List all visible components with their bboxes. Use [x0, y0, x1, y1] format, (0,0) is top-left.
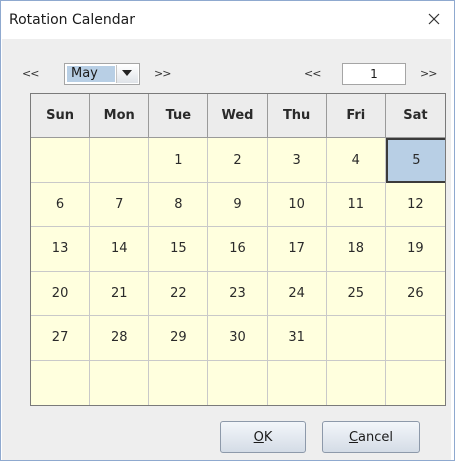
day-cell-21[interactable]: 21	[90, 271, 150, 317]
ok-mnemonic: O	[253, 429, 264, 445]
window-title: Rotation Calendar	[9, 12, 135, 28]
day-cell-20[interactable]: 20	[31, 271, 91, 317]
calendar-table: Sun Mon Tue Wed Thu Fri Sat 1 2 3 4 5 6 7 8 9 10 11 12 13 14…	[31, 94, 445, 405]
day-cell-13[interactable]: 13	[31, 227, 91, 272]
weekday-header-mon: Mon	[90, 94, 150, 139]
empty-day-cell	[90, 360, 150, 405]
close-icon[interactable]	[424, 9, 444, 29]
calendar-grid: Sun Mon Tue Wed Thu Fri Sat 1 2 3 4 5 6 7 8 9 10 11 12 13 14…	[30, 93, 446, 406]
day-cell-9[interactable]: 9	[208, 182, 268, 228]
day-cell-22[interactable]: 22	[149, 271, 209, 317]
year-input[interactable]: 1	[342, 63, 406, 85]
empty-day-cell	[31, 360, 91, 405]
day-cell-23[interactable]: 23	[208, 271, 268, 317]
empty-day-cell	[267, 360, 327, 405]
next-month-button[interactable]: >>	[154, 67, 171, 87]
empty-day-cell	[326, 360, 386, 405]
day-cell-18[interactable]: 18	[326, 227, 386, 272]
day-cell-4[interactable]: 4	[326, 138, 386, 183]
day-cell-10[interactable]: 10	[267, 182, 327, 228]
day-cell-29[interactable]: 29	[149, 316, 209, 361]
month-select[interactable]: May	[64, 63, 140, 85]
rotation-calendar-dialog: Rotation Calendar << May >> << 1 >> Sun M…	[0, 0, 455, 461]
empty-day-cell	[149, 360, 209, 405]
day-cell-15[interactable]: 15	[149, 227, 209, 272]
cancel-label: ancel	[358, 429, 394, 445]
day-cell-16[interactable]: 16	[208, 227, 268, 272]
day-cell-3[interactable]: 3	[267, 138, 327, 183]
weekday-header-sun: Sun	[31, 94, 91, 139]
day-cell-7[interactable]: 7	[90, 182, 150, 228]
day-cell-24[interactable]: 24	[267, 271, 327, 317]
day-cell-11[interactable]: 11	[326, 182, 386, 228]
empty-day-cell	[385, 360, 445, 405]
empty-day-cell	[31, 138, 91, 183]
day-cell-27[interactable]: 27	[31, 316, 91, 361]
weekday-header-wed: Wed	[208, 94, 268, 139]
chevron-down-icon[interactable]	[116, 65, 138, 83]
day-cell-30[interactable]: 30	[208, 316, 268, 361]
day-cell-6[interactable]: 6	[31, 182, 91, 228]
day-cell-28[interactable]: 28	[90, 316, 150, 361]
empty-day-cell	[90, 138, 150, 183]
dialog-content: << May >> << 1 >> Sun Mon Tue Wed Thu Fri Sat 1…	[2, 39, 451, 460]
day-cell-25[interactable]: 25	[326, 271, 386, 317]
day-cell-19[interactable]: 19	[385, 227, 445, 272]
weekday-header-fri: Fri	[326, 94, 386, 139]
ok-button[interactable]: OK	[220, 421, 306, 453]
empty-day-cell	[208, 360, 268, 405]
day-cell-8[interactable]: 8	[149, 182, 209, 228]
day-cell-17[interactable]: 17	[267, 227, 327, 272]
day-cell-2[interactable]: 2	[208, 138, 268, 183]
day-cell-26[interactable]: 26	[385, 271, 445, 317]
day-cell-31[interactable]: 31	[267, 316, 327, 361]
prev-year-button[interactable]: <<	[304, 67, 321, 87]
day-cell-1[interactable]: 1	[149, 138, 209, 183]
empty-day-cell	[385, 316, 445, 361]
weekday-header-tue: Tue	[149, 94, 209, 139]
cancel-button[interactable]: Cancel	[322, 421, 420, 453]
day-cell-5[interactable]: 5	[385, 138, 445, 183]
empty-day-cell	[326, 316, 386, 361]
weekday-header-sat: Sat	[385, 94, 445, 139]
next-year-button[interactable]: >>	[420, 67, 437, 87]
prev-month-button[interactable]: <<	[22, 67, 39, 87]
day-cell-14[interactable]: 14	[90, 227, 150, 272]
day-cell-12[interactable]: 12	[385, 182, 445, 228]
month-select-value: May	[67, 66, 115, 82]
weekday-header-thu: Thu	[267, 94, 327, 139]
title-bar: Rotation Calendar	[1, 1, 454, 39]
cancel-mnemonic: C	[348, 429, 359, 445]
ok-label: K	[263, 429, 273, 445]
